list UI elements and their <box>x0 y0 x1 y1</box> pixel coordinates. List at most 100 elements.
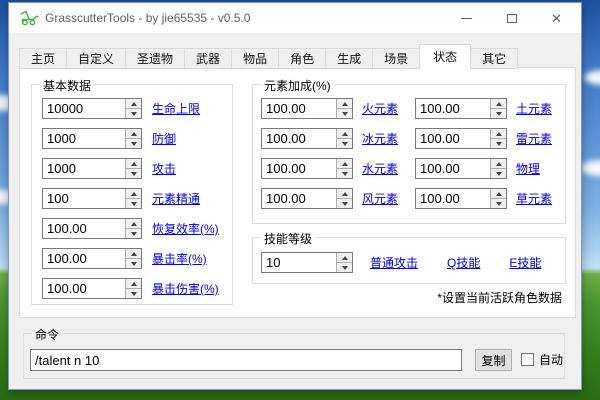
command-input[interactable] <box>30 349 462 371</box>
spin-up-icon[interactable] <box>491 99 506 108</box>
spin-up-icon[interactable] <box>337 99 352 108</box>
spin-up-icon[interactable] <box>337 189 352 198</box>
pyro-input[interactable] <box>262 99 336 118</box>
auto-checkbox[interactable]: 自动 <box>521 351 563 368</box>
crit-dmg-spinner[interactable] <box>42 278 142 299</box>
attack-input[interactable] <box>43 159 125 178</box>
anemo-spinner[interactable] <box>261 188 353 209</box>
hydro-link[interactable]: 水元素 <box>362 160 398 177</box>
spin-down-icon[interactable] <box>337 108 352 118</box>
anemo-link[interactable]: 风元素 <box>362 190 398 207</box>
title-bar[interactable]: GrasscutterTools - by jie65535 - v0.5.0 … <box>9 3 581 33</box>
physical-link[interactable]: 物理 <box>516 160 540 177</box>
spin-down-icon[interactable] <box>126 138 141 148</box>
geo-input[interactable] <box>416 99 490 118</box>
skill-level-spinner[interactable] <box>261 252 353 273</box>
spin-up-icon[interactable] <box>126 279 141 288</box>
skill-level-input[interactable] <box>262 253 336 272</box>
mastery-input[interactable] <box>43 189 125 208</box>
spin-down-icon[interactable] <box>491 168 506 178</box>
pyro-spinner[interactable] <box>261 98 353 119</box>
spin-up-icon[interactable] <box>491 189 506 198</box>
spin-down-icon[interactable] <box>126 258 141 268</box>
tab-avatar[interactable]: 角色 <box>278 48 326 69</box>
spin-up-icon[interactable] <box>126 129 141 138</box>
tab-item[interactable]: 物品 <box>231 48 279 69</box>
defense-input[interactable] <box>43 129 125 148</box>
dendro-input[interactable] <box>416 189 490 208</box>
spin-up-icon[interactable] <box>126 249 141 258</box>
spin-down-icon[interactable] <box>337 198 352 208</box>
close-button[interactable]: ✕ <box>534 3 579 33</box>
crit-rate-link[interactable]: 暴击率(%) <box>152 250 207 267</box>
attack-link[interactable]: 攻击 <box>152 160 176 177</box>
defense-link[interactable]: 防御 <box>152 130 176 147</box>
spin-up-icon[interactable] <box>126 189 141 198</box>
spin-down-icon[interactable] <box>126 168 141 178</box>
tab-other[interactable]: 其它 <box>470 48 518 69</box>
spin-up-icon[interactable] <box>337 129 352 138</box>
defense-spinner[interactable] <box>42 128 142 149</box>
attack-spinner[interactable] <box>42 158 142 179</box>
hydro-spinner[interactable] <box>261 158 353 179</box>
electro-spinner[interactable] <box>415 128 507 149</box>
tab-spawn[interactable]: 生成 <box>325 48 373 69</box>
q-skill-link[interactable]: Q技能 <box>447 254 480 271</box>
checkbox-icon[interactable] <box>521 353 534 366</box>
tab-artifact[interactable]: 圣遗物 <box>125 48 185 69</box>
tab-stats[interactable]: 状态 <box>419 44 471 69</box>
tab-home[interactable]: 主页 <box>19 48 67 69</box>
hp-link[interactable]: 生命上限 <box>152 100 200 117</box>
cryo-link[interactable]: 冰元素 <box>362 130 398 147</box>
geo-spinner[interactable] <box>415 98 507 119</box>
spin-up-icon[interactable] <box>337 159 352 168</box>
spin-down-icon[interactable] <box>337 262 352 272</box>
spin-down-icon[interactable] <box>491 198 506 208</box>
spin-down-icon[interactable] <box>491 108 506 118</box>
recharge-link[interactable]: 恢复效率(%) <box>152 220 219 237</box>
electro-input[interactable] <box>416 129 490 148</box>
normal-attack-link[interactable]: 普通攻击 <box>370 254 418 271</box>
spin-down-icon[interactable] <box>491 138 506 148</box>
spin-up-icon[interactable] <box>491 159 506 168</box>
dendro-spinner[interactable] <box>415 188 507 209</box>
crit-rate-spinner[interactable] <box>42 248 142 269</box>
hp-spinner[interactable] <box>42 98 142 119</box>
minimize-button[interactable] <box>444 3 489 33</box>
spin-down-icon[interactable] <box>126 108 141 118</box>
spin-up-icon[interactable] <box>126 159 141 168</box>
hp-input[interactable] <box>43 99 125 118</box>
tab-scene[interactable]: 场景 <box>372 48 420 69</box>
hydro-input[interactable] <box>262 159 336 178</box>
cryo-input[interactable] <box>262 129 336 148</box>
mastery-link[interactable]: 元素精通 <box>152 190 200 207</box>
maximize-button[interactable] <box>489 3 534 33</box>
crit-rate-input[interactable] <box>43 249 125 268</box>
spin-up-icon[interactable] <box>126 219 141 228</box>
recharge-input[interactable] <box>43 219 125 238</box>
tab-weapon[interactable]: 武器 <box>184 48 232 69</box>
spin-down-icon[interactable] <box>126 288 141 298</box>
spin-up-icon[interactable] <box>337 253 352 262</box>
anemo-input[interactable] <box>262 189 336 208</box>
crit-dmg-input[interactable] <box>43 279 125 298</box>
mastery-spinner[interactable] <box>42 188 142 209</box>
spin-down-icon[interactable] <box>126 228 141 238</box>
spin-up-icon[interactable] <box>126 99 141 108</box>
geo-link[interactable]: 土元素 <box>516 100 552 117</box>
electro-link[interactable]: 雷元素 <box>516 130 552 147</box>
spin-down-icon[interactable] <box>126 198 141 208</box>
cryo-spinner[interactable] <box>261 128 353 149</box>
recharge-spinner[interactable] <box>42 218 142 239</box>
spin-down-icon[interactable] <box>337 168 352 178</box>
copy-button[interactable]: 复制 <box>475 349 512 371</box>
pyro-link[interactable]: 火元素 <box>362 100 398 117</box>
e-skill-link[interactable]: E技能 <box>509 254 541 271</box>
spin-down-icon[interactable] <box>337 138 352 148</box>
crit-dmg-link[interactable]: 暴击伤害(%) <box>152 280 219 297</box>
physical-spinner[interactable] <box>415 158 507 179</box>
physical-input[interactable] <box>416 159 490 178</box>
spin-up-icon[interactable] <box>491 129 506 138</box>
tab-custom[interactable]: 自定义 <box>66 48 126 69</box>
dendro-link[interactable]: 草元素 <box>516 190 552 207</box>
